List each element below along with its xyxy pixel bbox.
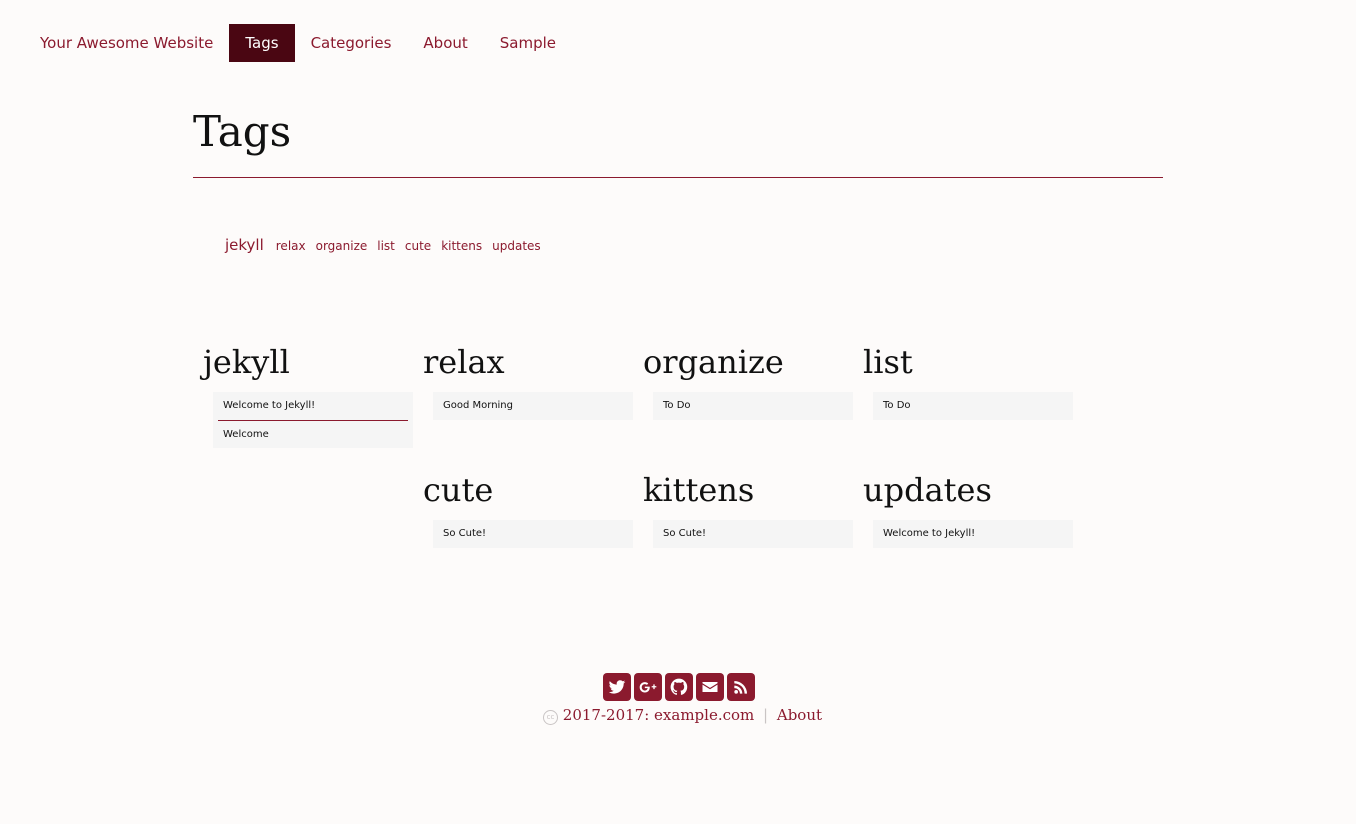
tag-cloud-link-organize[interactable]: organize bbox=[316, 239, 368, 253]
page-title: Tags bbox=[193, 107, 292, 156]
google-plus-icon[interactable] bbox=[634, 673, 662, 701]
tag-section-cute: cute So Cute! bbox=[423, 470, 633, 548]
footer-copyright: cc 2017-2017: example.com | About bbox=[543, 706, 822, 728]
nav-item-categories[interactable]: Categories bbox=[295, 24, 408, 62]
post-link[interactable]: Welcome to Jekyll! bbox=[873, 520, 1073, 548]
tag-cloud: jekyll relax organize list cute kittens … bbox=[225, 236, 551, 254]
tag-heading: kittens bbox=[643, 471, 755, 509]
tag-section-organize: organize To Do bbox=[643, 342, 853, 420]
footer-separator: | bbox=[763, 706, 769, 724]
tag-section-kittens: kittens So Cute! bbox=[643, 470, 853, 548]
top-nav: Your Awesome Website Tags Categories Abo… bbox=[24, 24, 572, 62]
post-link[interactable]: Good Morning bbox=[433, 392, 633, 420]
post-link[interactable]: To Do bbox=[873, 392, 1073, 420]
footer-colon: : bbox=[644, 706, 650, 724]
post-list: Good Morning bbox=[433, 392, 633, 420]
nav-item-tags[interactable]: Tags bbox=[229, 24, 295, 62]
tag-heading: cute bbox=[423, 471, 494, 509]
title-divider bbox=[193, 177, 1163, 178]
post-list: Welcome to Jekyll! Welcome bbox=[213, 392, 413, 448]
twitter-icon[interactable] bbox=[603, 673, 631, 701]
nav-brand-link[interactable]: Your Awesome Website bbox=[24, 24, 229, 62]
tag-cloud-link-cute[interactable]: cute bbox=[405, 239, 431, 253]
nav-item-sample[interactable]: Sample bbox=[484, 24, 572, 62]
tag-cloud-link-list[interactable]: list bbox=[377, 239, 395, 253]
nav-item-about[interactable]: About bbox=[407, 24, 483, 62]
tag-section-updates: updates Welcome to Jekyll! bbox=[863, 470, 1073, 548]
post-list: To Do bbox=[653, 392, 853, 420]
footer-site-link[interactable]: example.com bbox=[654, 706, 754, 724]
rss-icon[interactable] bbox=[727, 673, 755, 701]
tag-heading: updates bbox=[863, 471, 992, 509]
creative-commons-icon: cc bbox=[543, 710, 558, 725]
tag-section-list: list To Do bbox=[863, 342, 1073, 420]
footer-years[interactable]: 2017-2017 bbox=[563, 706, 644, 724]
tag-heading: relax bbox=[423, 343, 505, 381]
social-links bbox=[603, 673, 755, 701]
footer-about-link[interactable]: About bbox=[777, 706, 822, 724]
post-link[interactable]: Welcome bbox=[218, 420, 408, 448]
post-list: To Do bbox=[873, 392, 1073, 420]
github-icon[interactable] bbox=[665, 673, 693, 701]
tag-cloud-link-kittens[interactable]: kittens bbox=[441, 239, 482, 253]
post-link[interactable]: So Cute! bbox=[433, 520, 633, 548]
tag-heading: list bbox=[863, 343, 913, 381]
envelope-icon[interactable] bbox=[696, 673, 724, 701]
post-list: So Cute! bbox=[433, 520, 633, 548]
tag-cloud-link-relax[interactable]: relax bbox=[276, 239, 306, 253]
post-list: So Cute! bbox=[653, 520, 853, 548]
tag-section-jekyll: jekyll Welcome to Jekyll! Welcome bbox=[203, 342, 413, 448]
tag-heading: organize bbox=[643, 343, 784, 381]
tag-cloud-link-jekyll[interactable]: jekyll bbox=[225, 236, 264, 254]
tag-section-relax: relax Good Morning bbox=[423, 342, 633, 420]
post-list: Welcome to Jekyll! bbox=[873, 520, 1073, 548]
post-link[interactable]: To Do bbox=[653, 392, 853, 420]
tag-cloud-link-updates[interactable]: updates bbox=[492, 239, 541, 253]
post-link[interactable]: So Cute! bbox=[653, 520, 853, 548]
tag-heading: jekyll bbox=[203, 343, 290, 381]
post-link[interactable]: Welcome to Jekyll! bbox=[213, 392, 413, 420]
